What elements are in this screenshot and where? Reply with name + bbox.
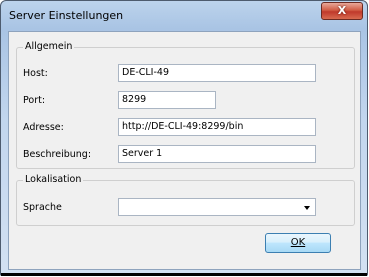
language-label: Sprache bbox=[23, 202, 62, 213]
address-input[interactable]: http://DE-CLI-49:8299/bin bbox=[118, 118, 316, 136]
dialog-client-area: Allgemein Host: DE-CLI-49 Port: 8299 Adr… bbox=[8, 31, 361, 270]
host-label: Host: bbox=[23, 68, 48, 79]
description-label: Beschreibung: bbox=[23, 149, 92, 160]
general-group-legend: Allgemein bbox=[23, 41, 75, 52]
host-input[interactable]: DE-CLI-49 bbox=[118, 64, 316, 82]
dialog-window: Server Einstellungen X Allgemein Host: D… bbox=[0, 0, 368, 276]
ok-button[interactable]: OK bbox=[265, 233, 331, 253]
address-label: Adresse: bbox=[23, 122, 64, 133]
close-button[interactable]: X bbox=[321, 2, 363, 20]
port-label: Port: bbox=[23, 95, 46, 106]
close-icon: X bbox=[337, 4, 347, 17]
localization-group-legend: Lokalisation bbox=[23, 174, 84, 185]
port-input[interactable]: 8299 bbox=[118, 91, 216, 109]
general-group: Allgemein Host: DE-CLI-49 Port: 8299 Adr… bbox=[16, 41, 355, 169]
localization-group: Lokalisation Sprache bbox=[16, 174, 355, 226]
language-dropdown[interactable] bbox=[118, 198, 316, 216]
window-title: Server Einstellungen bbox=[9, 9, 124, 22]
description-input[interactable]: Server 1 bbox=[118, 145, 316, 163]
chevron-down-icon bbox=[304, 206, 310, 210]
